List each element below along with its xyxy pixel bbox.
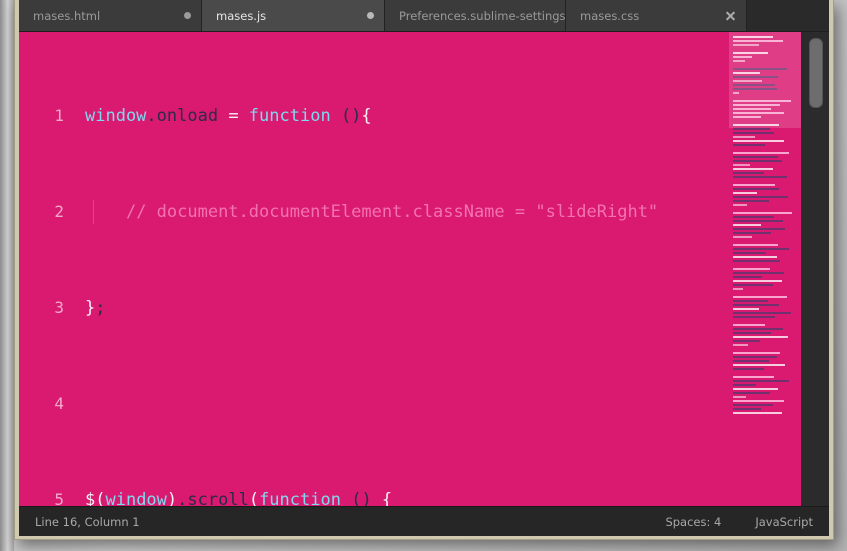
line-content: }; — [85, 298, 106, 318]
code-line[interactable]: 2 // document.documentElement.className … — [19, 200, 729, 224]
minimap[interactable] — [729, 32, 801, 506]
line-number: 1 — [54, 106, 64, 125]
line-number: 5 — [54, 490, 64, 506]
tab-bar: mases.html mases.js Preferences.sublime-… — [19, 0, 829, 32]
line-number: 3 — [54, 298, 64, 317]
line-content: $(window).scroll(function () { — [85, 490, 393, 506]
line-content: // document.documentElement.className = … — [77, 200, 729, 224]
tab-mases-js[interactable]: mases.js — [202, 0, 385, 31]
tab-label: mases.js — [216, 8, 267, 23]
tab-bar-filler — [747, 0, 829, 31]
editor-window: mases.html mases.js Preferences.sublime-… — [14, 0, 834, 540]
line-content: window.onload = function (){ — [85, 106, 372, 126]
scrollbar-thumb[interactable] — [809, 38, 823, 108]
line-number: 4 — [54, 394, 64, 413]
unsaved-dot-icon[interactable] — [184, 12, 191, 19]
cursor-position: Line 16, Column 1 — [35, 515, 140, 529]
editor-area: 1 window.onload = function (){ 2 // docu… — [19, 32, 829, 506]
minimap-canvas — [733, 36, 797, 414]
indentation-setting[interactable]: Spaces: 4 — [665, 515, 721, 529]
code-line[interactable]: 5 $(window).scroll(function () { — [19, 488, 729, 506]
code-lines: 1 window.onload = function (){ 2 // docu… — [19, 32, 729, 506]
tab-label: mases.html — [33, 8, 101, 23]
line-content — [77, 392, 729, 416]
desktop-left-strip — [0, 0, 14, 551]
screen: mases.html mases.js Preferences.sublime-… — [0, 0, 847, 551]
window-inner: mases.html mases.js Preferences.sublime-… — [19, 0, 829, 536]
line-number: 2 — [54, 202, 64, 221]
code-line[interactable]: 3 }; — [19, 296, 729, 320]
code-line[interactable]: 1 window.onload = function (){ — [19, 104, 729, 128]
vertical-scrollbar[interactable] — [801, 32, 829, 506]
syntax-mode[interactable]: JavaScript — [755, 515, 813, 529]
tab-label: Preferences.sublime-settings — [399, 8, 566, 23]
unsaved-dot-icon[interactable] — [367, 12, 374, 19]
tab-label: mases.css — [580, 8, 640, 23]
close-icon[interactable] — [725, 10, 736, 21]
tab-mases-css[interactable]: mases.css — [566, 0, 747, 31]
tab-preferences-sublime-settings[interactable]: Preferences.sublime-settings — [385, 0, 566, 31]
code-view[interactable]: 1 window.onload = function (){ 2 // docu… — [19, 32, 729, 506]
status-bar: Line 16, Column 1 Spaces: 4 JavaScript — [19, 506, 829, 536]
code-line[interactable]: 4 — [19, 392, 729, 416]
tab-mases-html[interactable]: mases.html — [19, 0, 202, 31]
